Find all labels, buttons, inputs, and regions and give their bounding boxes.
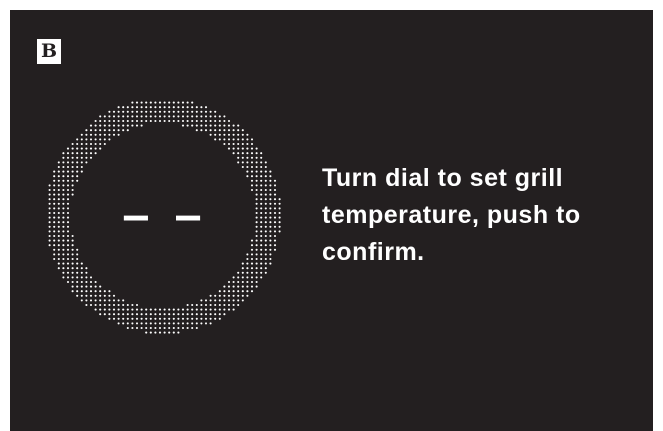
- display-screen: B – – Turn dial to set grill temperature…: [10, 10, 653, 431]
- temperature-dial[interactable]: – –: [43, 96, 283, 336]
- temperature-readout: – –: [123, 193, 203, 239]
- panel-badge: B: [37, 39, 61, 64]
- instruction-text: Turn dial to set grill temperature, push…: [322, 164, 581, 266]
